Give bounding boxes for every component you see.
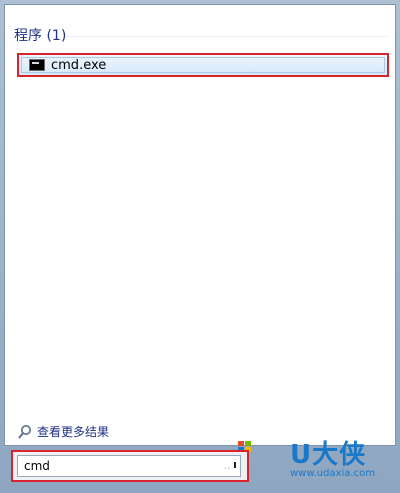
see-more-results-link[interactable]: 查看更多结果 [17, 423, 109, 440]
windows-flag-icon [238, 438, 252, 452]
search-icon [17, 424, 33, 440]
search-box-highlight: cmd .. [11, 450, 249, 482]
search-input-value: cmd [24, 459, 50, 473]
see-more-results-label: 查看更多结果 [37, 425, 110, 439]
result-item-label: cmd.exe [51, 57, 107, 73]
search-clear-hint: .. [223, 461, 230, 472]
watermark-logo: U大侠 www.udaxia.com [290, 434, 390, 490]
watermark-brand: U大侠 [290, 440, 367, 470]
search-results-pane: 程序 (1) cmd.exe 查看更多结果 [4, 4, 396, 446]
result-item-cmd[interactable]: cmd.exe [17, 53, 389, 77]
text-caret [234, 462, 236, 468]
cmd-icon [29, 59, 45, 71]
search-input[interactable]: cmd .. [17, 455, 241, 477]
section-divider [65, 36, 387, 37]
start-menu: 程序 (1) cmd.exe 查看更多结果 cmd .. U大侠 www.uda… [0, 0, 400, 493]
watermark-url: www.udaxia.com [290, 468, 375, 479]
section-title-programs: 程序 (1) [14, 28, 67, 44]
